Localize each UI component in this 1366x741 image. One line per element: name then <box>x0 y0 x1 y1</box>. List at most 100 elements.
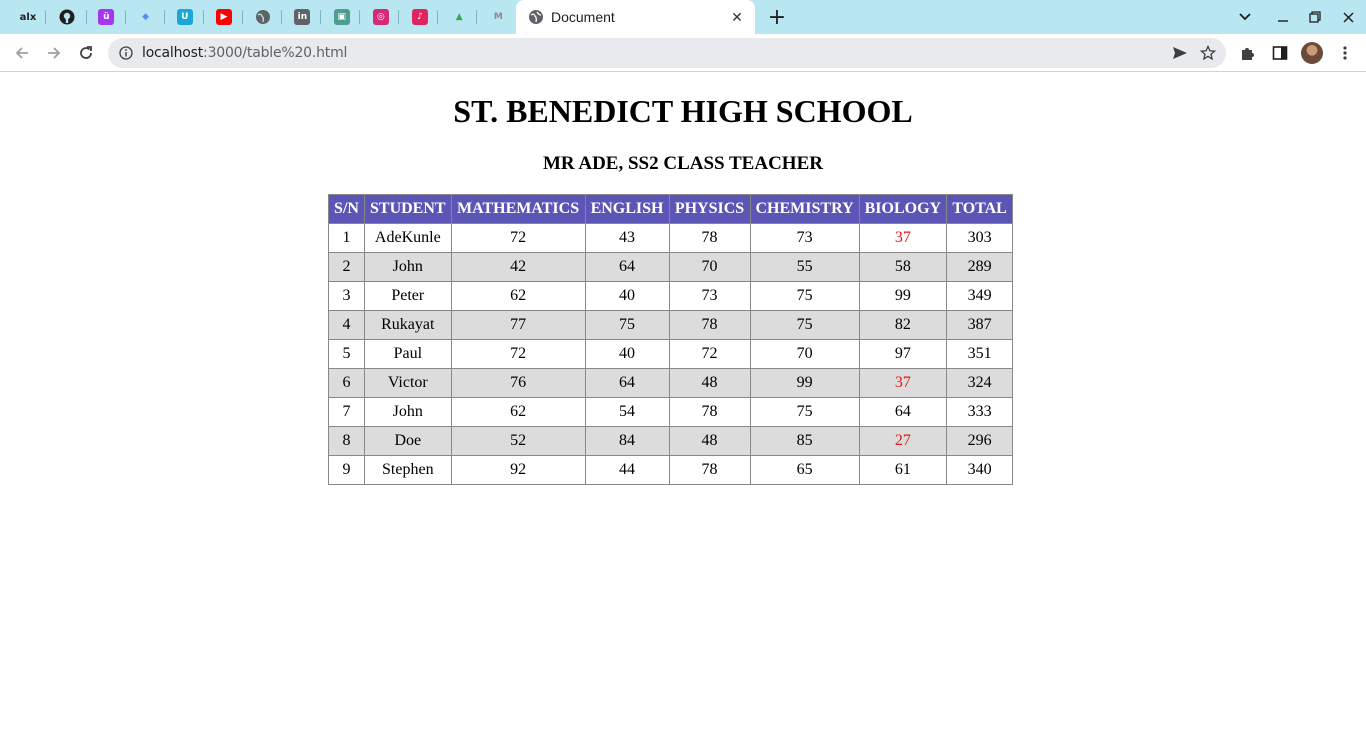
table-cell: 289 <box>946 252 1014 282</box>
tab-separator <box>86 10 87 24</box>
github-icon <box>59 9 75 25</box>
tab-search-icon[interactable] <box>1231 5 1259 29</box>
table-cell: 72 <box>450 339 586 369</box>
profile-avatar[interactable] <box>1301 42 1323 64</box>
back-button[interactable] <box>9 40 35 66</box>
table-row: 7 John 62 54 78 75 64 333 <box>328 397 1014 427</box>
drive-tab[interactable]: ▲ <box>442 4 476 30</box>
browser-toolbar: localhost:3000/table%20.html <box>0 34 1366 72</box>
tab-strip: alx ü ◆ U ▶ in ▣ ◎ ♪ ▲ M Document ✕ + <box>0 0 1366 34</box>
tab-separator <box>320 10 321 24</box>
forward-button[interactable] <box>41 40 67 66</box>
send-icon[interactable] <box>1170 43 1190 63</box>
table-cell: 99 <box>858 281 948 311</box>
reload-button[interactable] <box>73 40 99 66</box>
table-cell: 4 <box>328 310 365 340</box>
column-header: TOTAL <box>946 194 1014 224</box>
tab-document[interactable]: Document ✕ <box>516 0 755 34</box>
table-cell: 9 <box>328 455 365 485</box>
udemy-icon: ü <box>98 9 115 25</box>
web-tab[interactable] <box>246 4 280 30</box>
site-info-icon[interactable] <box>119 46 133 60</box>
webflow-icon: U <box>176 9 193 25</box>
table-cell: 72 <box>450 223 586 253</box>
alx-tab[interactable]: alx <box>11 4 45 30</box>
tab-separator <box>242 10 243 24</box>
minimize-button[interactable] <box>1269 5 1297 29</box>
table-cell: 37 <box>858 223 948 253</box>
sketch-icon: ◆ <box>142 12 150 22</box>
webflow-tab[interactable]: U <box>168 4 202 30</box>
side-panel-icon[interactable] <box>1270 43 1290 63</box>
new-tab-button[interactable]: + <box>765 5 789 30</box>
table-cell: 82 <box>858 310 948 340</box>
menu-kebab-icon[interactable] <box>1335 43 1355 63</box>
table-cell: 44 <box>584 455 670 485</box>
table-cell: 2 <box>328 252 365 282</box>
table-cell: 27 <box>858 426 948 456</box>
address-bar[interactable]: localhost:3000/table%20.html <box>108 38 1226 68</box>
table-cell: Stephen <box>364 455 452 485</box>
table-cell: 75 <box>584 310 670 340</box>
table-cell: Peter <box>364 281 452 311</box>
gmail-tab[interactable]: M <box>481 4 515 30</box>
table-cell: 40 <box>584 339 670 369</box>
url-path: :3000/table%20.html <box>203 45 348 61</box>
tab-separator <box>125 10 126 24</box>
instagram-tab[interactable]: ◎ <box>364 4 398 30</box>
music-tab[interactable]: ♪ <box>403 4 437 30</box>
column-header: STUDENT <box>364 194 452 224</box>
tab-separator <box>281 10 282 24</box>
table-cell: Paul <box>364 339 452 369</box>
table-cell: 5 <box>328 339 365 369</box>
column-header: MATHEMATICS <box>450 194 586 224</box>
alx-icon: alx <box>19 11 37 23</box>
table-cell: 58 <box>858 252 948 282</box>
extensions-icon[interactable] <box>1238 43 1258 63</box>
youtube-icon: ▶ <box>216 9 232 25</box>
table-cell: 78 <box>668 397 751 427</box>
column-header: CHEMISTRY <box>749 194 860 224</box>
close-window-button[interactable] <box>1334 5 1362 29</box>
table-cell: 1 <box>328 223 365 253</box>
table-cell: 78 <box>668 455 751 485</box>
table-cell: 78 <box>668 310 751 340</box>
column-header: PHYSICS <box>668 194 751 224</box>
close-tab-icon[interactable]: ✕ <box>727 7 747 27</box>
tab-title: Document <box>551 9 615 25</box>
column-header: BIOLOGY <box>858 194 948 224</box>
table-cell: 37 <box>858 368 948 398</box>
table-cell: John <box>364 252 452 282</box>
restore-button[interactable] <box>1301 5 1329 29</box>
linkedin-icon: in <box>294 9 311 25</box>
table-cell: 7 <box>328 397 365 427</box>
table-cell: 78 <box>668 223 751 253</box>
table-cell: 77 <box>450 310 586 340</box>
gmail-icon: M <box>493 12 503 22</box>
table-cell: 75 <box>749 397 860 427</box>
table-cell: John <box>364 397 452 427</box>
table-cell: 85 <box>749 426 860 456</box>
table-cell: 61 <box>858 455 948 485</box>
table-row: 1 AdeKunle 72 43 78 73 37 303 <box>328 223 1014 253</box>
table-row: 4 Rukayat 77 75 78 75 82 387 <box>328 310 1014 340</box>
url-text[interactable]: localhost:3000/table%20.html <box>142 45 1170 61</box>
table-cell: 296 <box>946 426 1014 456</box>
web-icon <box>255 9 271 25</box>
linkedin-tab[interactable]: in <box>285 4 319 30</box>
bookmark-star-icon[interactable] <box>1198 43 1218 63</box>
table-row: 3 Peter 62 40 73 75 99 349 <box>328 281 1014 311</box>
table-cell: 349 <box>946 281 1014 311</box>
table-row: 5 Paul 72 40 72 70 97 351 <box>328 339 1014 369</box>
table-cell: 54 <box>584 397 670 427</box>
sketch-tab[interactable]: ◆ <box>129 4 163 30</box>
youtube-tab[interactable]: ▶ <box>207 4 241 30</box>
page-title: ST. BENEDICT HIGH SCHOOL <box>453 93 913 129</box>
table-cell: 84 <box>584 426 670 456</box>
udemy-tab[interactable]: ü <box>89 4 123 30</box>
column-header: S/N <box>328 194 365 224</box>
github-tab[interactable] <box>50 4 84 30</box>
sheet-tab[interactable]: ▣ <box>325 4 359 30</box>
table-cell: 48 <box>668 426 751 456</box>
results-table: S/N STUDENT MATHEMATICS ENGLISH PHYSICS CHEMI… <box>328 194 1014 485</box>
